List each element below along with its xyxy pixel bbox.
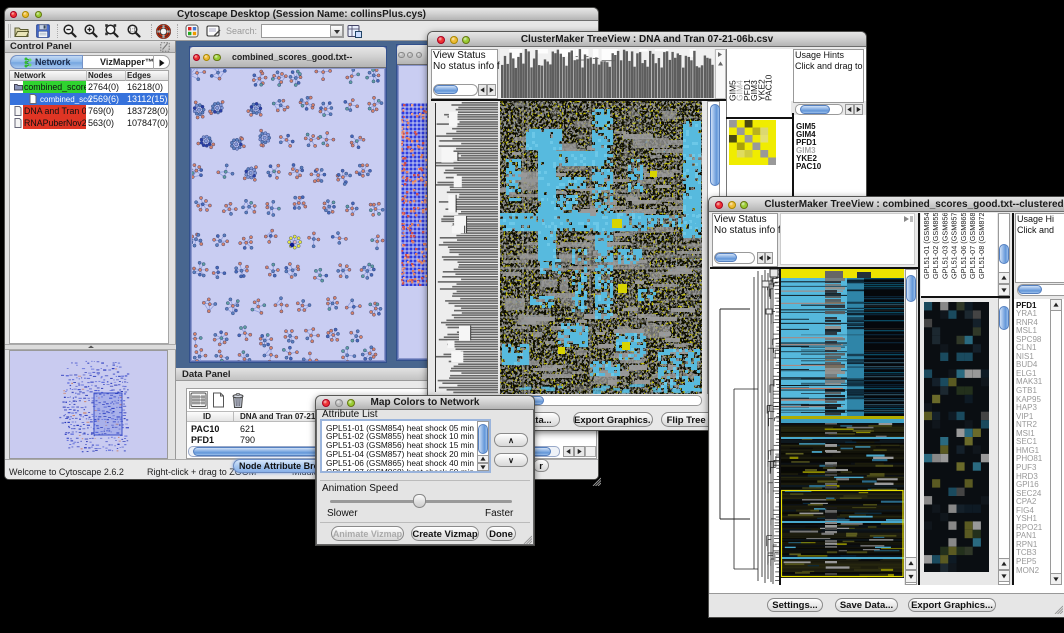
svg-text:GPL51-03 (GSM856): GPL51-03 (GSM856) <box>940 213 949 279</box>
svg-text:1:1: 1:1 <box>129 28 137 34</box>
svg-text:GPL51-02 (GSM855): GPL51-02 (GSM855) <box>931 213 940 279</box>
svg-text:GPL51-06 (GSM865): GPL51-06 (GSM865) <box>959 213 968 279</box>
svg-text:GPL51-07 (GSM868): GPL51-07 (GSM868) <box>968 213 977 279</box>
svg-text:PAC10: PAC10 <box>764 74 774 101</box>
svg-text:GPL51-01 (GSM854): GPL51-01 (GSM854) <box>922 213 931 279</box>
svg-text:GPL51-04 (GSM857): GPL51-04 (GSM857) <box>950 213 959 279</box>
svg-text:GPL51-08 (GSM872): GPL51-08 (GSM872) <box>977 213 986 279</box>
